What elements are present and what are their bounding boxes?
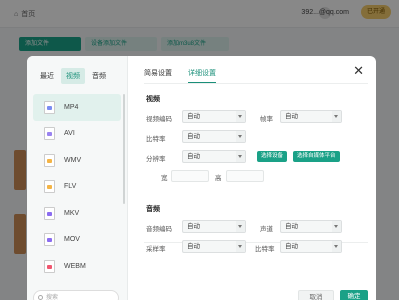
video-file-icon	[44, 259, 55, 273]
format-label: WMV	[64, 156, 82, 164]
search-icon	[38, 295, 43, 300]
tab-detailed-settings[interactable]: 详细设置	[188, 68, 216, 83]
format-item-flv[interactable]: FLV	[33, 174, 121, 201]
select-value: 自动	[187, 113, 200, 120]
video-file-icon	[44, 127, 55, 141]
width-label: 宽	[161, 175, 168, 182]
height-input[interactable]	[226, 170, 264, 182]
select-value: 自动	[285, 223, 298, 230]
chevron-down-icon	[332, 241, 341, 252]
select-platform-button[interactable]: 选择自媒体平台	[293, 151, 340, 162]
format-label: MOV	[64, 236, 80, 244]
settings-tabs: 简易设置 详细设置	[144, 68, 216, 83]
tab-video[interactable]: 视频	[61, 68, 85, 84]
format-item-mkv[interactable]: MKV	[33, 200, 121, 227]
format-label: FLV	[64, 183, 77, 191]
cancel-button[interactable]: 取消	[298, 290, 334, 300]
height-label: 高	[215, 175, 222, 182]
width-input[interactable]	[171, 170, 209, 182]
video-file-icon	[44, 206, 55, 220]
samplerate-label: 采样率	[146, 246, 166, 253]
video-codec-select[interactable]: 自动	[182, 110, 246, 123]
framerate-select[interactable]: 自动	[280, 110, 342, 123]
select-value: 自动	[187, 153, 200, 160]
audio-codec-select[interactable]: 自动	[182, 220, 246, 233]
confirm-button[interactable]: 确定	[340, 290, 368, 300]
format-label: WEBM	[64, 262, 86, 270]
video-bitrate-label: 比特率	[146, 136, 166, 143]
tabs-divider	[144, 83, 368, 84]
format-item-mp4[interactable]: MP4	[33, 94, 121, 121]
channel-label: 声道	[260, 226, 273, 233]
format-search-input[interactable]: 搜索	[33, 290, 119, 300]
video-section-title: 视频	[146, 96, 160, 103]
video-codec-label: 视频编码	[146, 116, 172, 123]
settings-panel: 简易设置 详细设置 ✕ 视频 视频编码 自动 帧率 自动 比特率 自动 分辨率 …	[128, 56, 376, 300]
select-value: 自动	[285, 113, 298, 120]
audio-bitrate-select[interactable]: 自动	[280, 240, 342, 253]
select-value: 自动	[285, 243, 298, 250]
audio-bitrate-label: 比特率	[255, 246, 275, 253]
format-panel: 最近 视频 音频 MP4 AVI WMV FLV MKV MOV WEBM 搜索	[27, 56, 128, 300]
format-category-tabs: 最近 视频 音频	[35, 68, 111, 84]
chevron-down-icon	[236, 131, 245, 142]
chevron-down-icon	[332, 221, 341, 232]
format-item-wmv[interactable]: WMV	[33, 147, 121, 174]
video-file-icon	[44, 153, 55, 167]
format-settings-dialog: 最近 视频 音频 MP4 AVI WMV FLV MKV MOV WEBM 搜索…	[27, 56, 376, 300]
format-label: AVI	[64, 130, 75, 138]
chevron-down-icon	[236, 221, 245, 232]
format-label: MKV	[64, 209, 80, 217]
framerate-label: 帧率	[260, 116, 273, 123]
chevron-down-icon	[236, 111, 245, 122]
format-item-avi[interactable]: AVI	[33, 121, 121, 148]
format-label: MP4	[64, 103, 79, 111]
audio-section-title: 音频	[146, 206, 160, 213]
select-value: 自动	[187, 243, 200, 250]
search-placeholder: 搜索	[46, 295, 59, 300]
format-list-scrollbar[interactable]	[123, 94, 125, 204]
video-file-icon	[44, 233, 55, 247]
chevron-down-icon	[236, 241, 245, 252]
chevron-down-icon	[332, 111, 341, 122]
select-device-button[interactable]: 选择设备	[257, 151, 288, 162]
video-file-icon	[44, 100, 55, 114]
video-file-icon	[44, 180, 55, 194]
channel-select[interactable]: 自动	[280, 220, 342, 233]
select-value: 自动	[187, 133, 200, 140]
tab-audio[interactable]: 音频	[87, 68, 111, 84]
resolution-select[interactable]: 自动	[182, 150, 246, 163]
format-item-mov[interactable]: MOV	[33, 227, 121, 254]
chevron-down-icon	[236, 151, 245, 162]
resolution-label: 分辨率	[146, 156, 166, 163]
audio-codec-label: 音频编码	[146, 226, 172, 233]
video-bitrate-select[interactable]: 自动	[182, 130, 246, 143]
samplerate-select[interactable]: 自动	[182, 240, 246, 253]
tab-simple-settings[interactable]: 简易设置	[144, 68, 172, 83]
tab-recent[interactable]: 最近	[35, 68, 59, 84]
select-value: 自动	[187, 223, 200, 230]
close-icon[interactable]: ✕	[353, 64, 364, 77]
format-list: MP4 AVI WMV FLV MKV MOV WEBM	[33, 94, 121, 280]
format-item-webm[interactable]: WEBM	[33, 253, 121, 280]
